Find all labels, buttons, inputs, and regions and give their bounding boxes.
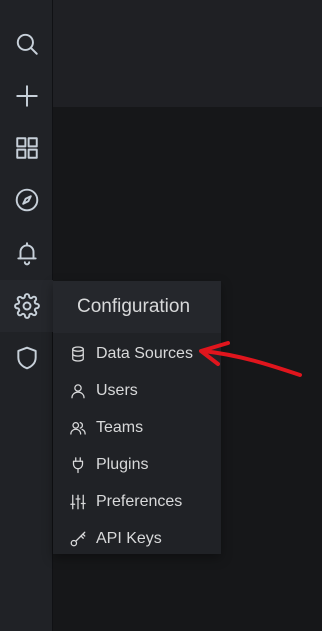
- top-bar: [53, 0, 322, 107]
- sidebar-item-create[interactable]: [0, 70, 53, 122]
- menu-item-label: Teams: [96, 418, 144, 436]
- menu-item-data-sources[interactable]: Data Sources: [53, 335, 221, 372]
- sidebar-item-server-admin[interactable]: [0, 332, 53, 384]
- configuration-dropdown-menu: Configuration Data Sources Users Teams P…: [53, 281, 221, 554]
- menu-item-plugins[interactable]: Plugins: [53, 446, 221, 483]
- sidebar: [0, 0, 53, 631]
- user-icon: [71, 383, 85, 398]
- sidebar-item-alerting[interactable]: [0, 227, 53, 279]
- users-icon: [70, 421, 86, 435]
- dashboards-grid-icon: [15, 137, 38, 159]
- app-root: Configuration Data Sources Users Teams P…: [0, 0, 322, 631]
- menu-item-teams[interactable]: Teams: [53, 409, 221, 446]
- database-icon: [72, 345, 84, 362]
- bell-icon: [16, 242, 37, 266]
- sidebar-item-configuration[interactable]: [0, 280, 53, 332]
- plug-icon: [72, 456, 84, 473]
- menu-item-label: Preferences: [96, 492, 183, 510]
- compass-icon: [15, 188, 38, 212]
- sidebar-item-dashboards[interactable]: [0, 122, 53, 174]
- menu-item-preferences[interactable]: Preferences: [53, 483, 221, 520]
- shield-icon: [16, 346, 37, 370]
- menu-header-configuration[interactable]: Configuration: [53, 281, 221, 333]
- menu-item-users[interactable]: Users: [53, 372, 221, 409]
- search-icon: [16, 33, 38, 55]
- menu-item-label: Users: [96, 381, 138, 399]
- sliders-icon: [70, 494, 86, 509]
- plus-icon: [15, 85, 38, 107]
- gear-icon: [13, 293, 40, 319]
- menu-item-label: Data Sources: [96, 344, 193, 362]
- menu-item-api-keys[interactable]: API Keys: [53, 520, 221, 557]
- menu-items: Data Sources Users Teams Plugins Prefere…: [53, 335, 221, 557]
- sidebar-item-search[interactable]: [0, 18, 53, 70]
- key-icon: [70, 531, 86, 546]
- menu-item-label: Plugins: [96, 455, 149, 473]
- sidebar-item-explore[interactable]: [0, 174, 53, 226]
- menu-item-label: API Keys: [96, 529, 162, 547]
